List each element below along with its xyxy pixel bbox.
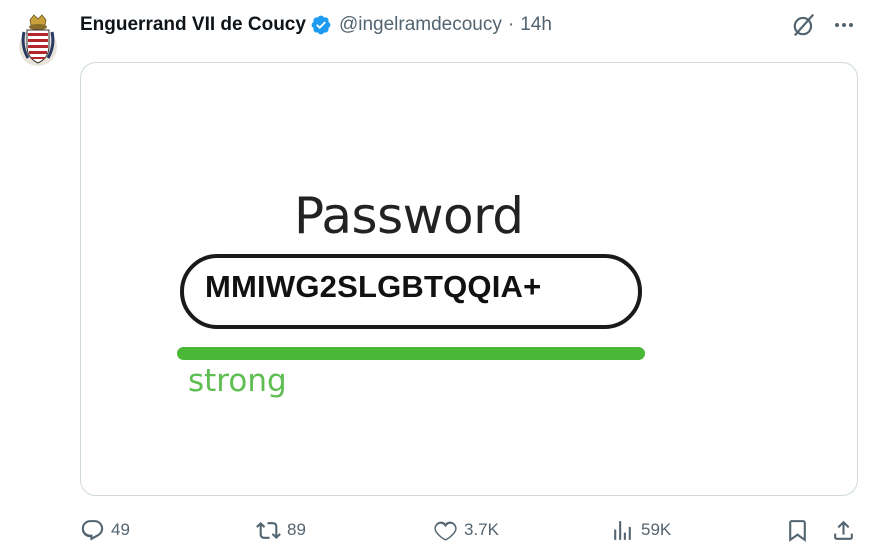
bookmark-icon — [789, 519, 806, 542]
share-icon — [834, 520, 853, 540]
coat-of-arms-icon — [19, 14, 57, 66]
action-bar: 49 89 3.7K 59K — [0, 510, 882, 550]
grok-icon — [793, 14, 814, 36]
password-strength-bar — [177, 347, 645, 360]
reply-button[interactable]: 49 — [80, 510, 130, 550]
like-count: 3.7K — [464, 520, 499, 539]
grok-button[interactable] — [789, 10, 819, 40]
password-value: MMIWG2SLGBTQQIA+ — [205, 269, 542, 304]
views-count: 59K — [641, 520, 672, 539]
tweet-header: Enguerrand VII de Coucy @ingelramdecoucy… — [80, 10, 552, 40]
more-icon — [835, 23, 853, 27]
more-button[interactable] — [829, 10, 859, 40]
repost-icon — [256, 521, 281, 539]
repost-count: 89 — [287, 520, 306, 539]
tweet-media[interactable]: Password MMIWG2SLGBTQQIA+ strong — [80, 62, 858, 496]
separator-dot: · — [507, 14, 515, 35]
avatar[interactable] — [18, 12, 58, 70]
heart-icon — [434, 521, 457, 541]
timestamp[interactable]: 14h — [520, 14, 552, 36]
views-icon — [614, 520, 631, 540]
verified-badge-icon[interactable] — [310, 14, 332, 36]
bookmark-button[interactable] — [785, 510, 810, 550]
views-button[interactable]: 59K — [610, 510, 671, 550]
repost-button[interactable]: 89 — [256, 510, 306, 550]
reply-icon — [81, 519, 104, 541]
like-button[interactable]: 3.7K — [433, 510, 499, 550]
display-name[interactable]: Enguerrand VII de Coucy — [80, 14, 306, 36]
handle[interactable]: @ingelramdecoucy — [339, 14, 502, 36]
reply-count: 49 — [111, 520, 130, 539]
share-button[interactable] — [831, 510, 856, 550]
password-strength-label: strong — [188, 363, 287, 399]
password-label: Password — [294, 187, 524, 245]
